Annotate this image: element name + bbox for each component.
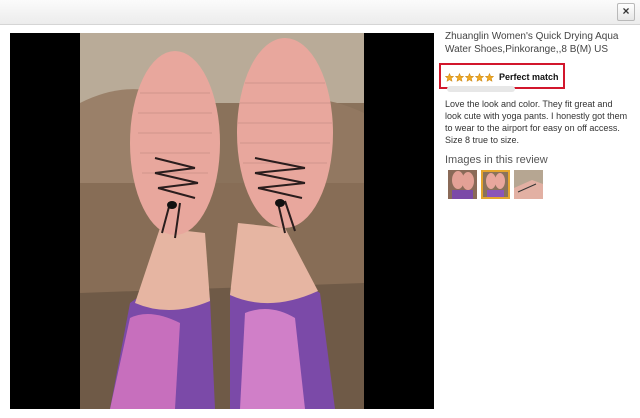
star-icon [475,72,484,82]
review-headline: Perfect match [499,72,559,82]
review-thumbnail[interactable] [448,170,477,199]
star-icon [465,72,474,82]
reviewer-name-blurred [447,86,515,92]
review-rating: Perfect match [445,71,559,83]
star-icon [445,72,454,82]
close-icon: × [622,4,630,18]
review-thumbnail[interactable] [514,170,543,199]
close-button[interactable]: × [617,3,635,21]
review-image-viewer[interactable] [10,33,434,409]
review-thumbnail-selected[interactable] [481,170,510,199]
review-photo [80,33,364,409]
review-thumbnails [448,170,547,199]
modal-top-bar: × [0,0,640,25]
images-heading: Images in this review [445,154,548,166]
review-body: Love the look and color. They fit great … [445,99,628,145]
star-icon [455,72,464,82]
review-details-panel: Zhuanglin Women's Quick Drying Aqua Wate… [439,30,630,199]
star-icon [485,72,494,82]
product-title[interactable]: Zhuanglin Women's Quick Drying Aqua Wate… [445,30,630,56]
